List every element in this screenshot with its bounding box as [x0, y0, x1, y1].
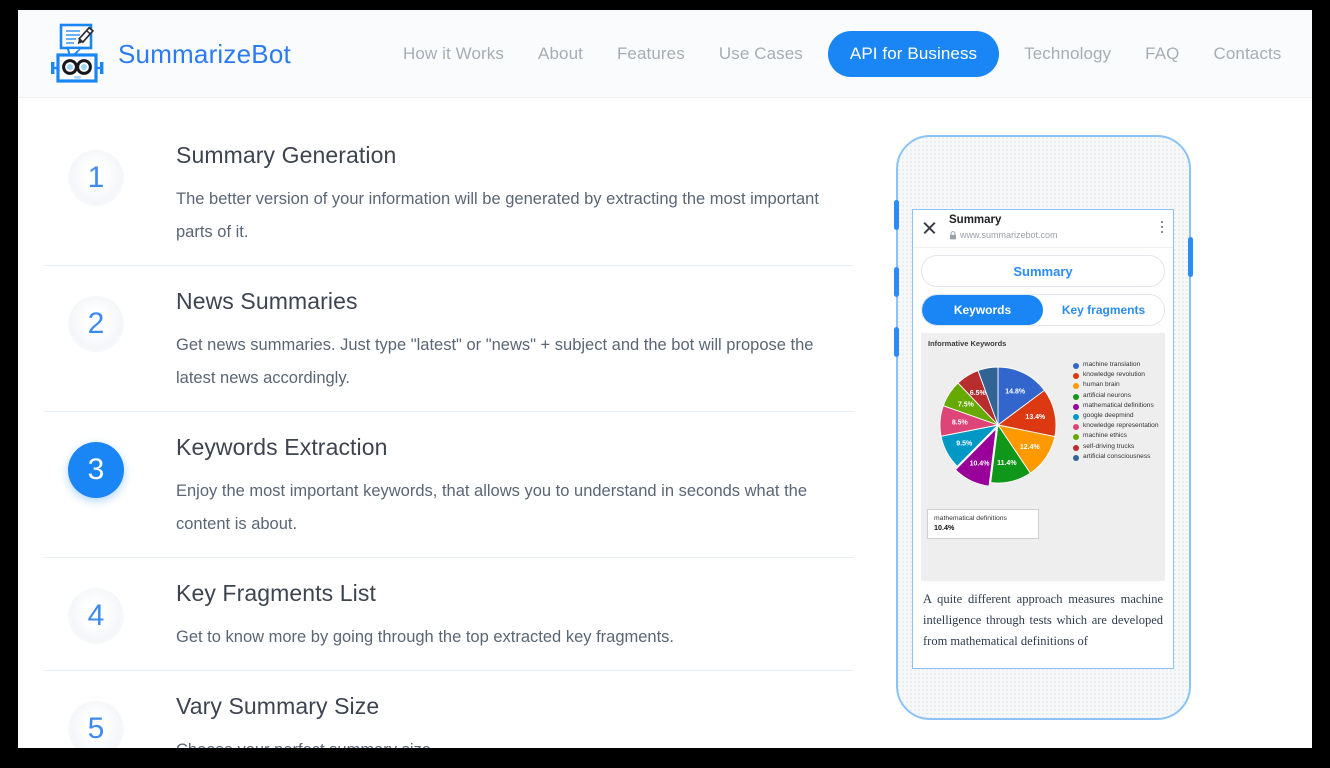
legend-item[interactable]: mathematical definitions — [1073, 402, 1165, 410]
legend-item[interactable]: google deepmind — [1073, 412, 1165, 421]
lock-icon — [950, 230, 956, 239]
legend-item[interactable]: machine translation — [1073, 361, 1165, 369]
pie-slice-label: 14.8% — [1005, 388, 1026, 395]
browser-url: www.summarizebot.com — [960, 230, 1058, 240]
chart-legend: machine translation knowledge revolution h… — [1073, 361, 1165, 463]
tab-keywords[interactable]: Keywords — [922, 295, 1043, 325]
phone-button-assistant[interactable] — [894, 327, 899, 357]
legend-item[interactable]: human brain — [1073, 381, 1165, 390]
feature-number-badge: 1 — [68, 150, 124, 206]
legend-label: artificial consciousness — [1083, 452, 1151, 460]
keywords-chart-panel: Informative Keywords 14.8% 13.4% 12.4% 11.4… — [921, 333, 1165, 581]
phone-button-volume-down[interactable] — [894, 267, 899, 297]
tooltip-value: 10.4% — [934, 523, 955, 532]
pie-slice-label: 10.4% — [970, 461, 991, 468]
feature-number-badge: 2 — [68, 296, 124, 352]
browser-top-bar: Summary www.summarizebot.com — [913, 210, 1173, 248]
feature-number-badge: 4 — [68, 588, 124, 644]
phone-button-volume-up[interactable] — [894, 200, 899, 230]
legend-color-swatch — [1073, 363, 1079, 369]
page-frame: SummarizeBot How it Works About Features… — [18, 10, 1312, 748]
browser-url-row: www.summarizebot.com — [949, 230, 1058, 240]
legend-label: knowledge revolution — [1083, 371, 1145, 379]
phone-button-power[interactable] — [1188, 237, 1193, 277]
kebab-menu-icon[interactable] — [1161, 221, 1164, 236]
nav-item-contacts[interactable]: Contacts — [1196, 44, 1298, 64]
pie-slice-label: 9.5% — [956, 441, 973, 448]
browser-page-title: Summary — [949, 214, 1002, 226]
close-icon[interactable] — [922, 220, 937, 235]
feature-list: 1 Summary Generation The better version … — [44, 120, 854, 748]
brand-name: SummarizeBot — [118, 38, 291, 69]
legend-item[interactable]: artificial consciousness — [1073, 453, 1165, 461]
legend-color-swatch — [1073, 444, 1079, 451]
legend-label: human brain — [1083, 381, 1120, 389]
legend-color-swatch — [1073, 434, 1079, 441]
in-app-browser: Summary www.summarizebot.com Summary Key… — [912, 209, 1174, 669]
feature-row-2[interactable]: 2 News Summaries Get news summaries. Jus… — [44, 266, 854, 412]
feature-title: Summary Generation — [176, 142, 397, 168]
pie-slice-label: 13.4% — [1025, 414, 1046, 421]
legend-label: self-driving trucks — [1083, 442, 1135, 450]
pie-chart[interactable]: 14.8% 13.4% 12.4% 11.4% 10.4% 9.5% 8.5% 7.5% 6.5… — [933, 357, 1063, 509]
feature-row-3[interactable]: 3 Keywords Extraction Enjoy the most imp… — [44, 412, 854, 558]
feature-description: Get to know more by going through the to… — [176, 628, 675, 646]
pie-slice-label: 8.5% — [952, 420, 969, 427]
nav-item-technology[interactable]: Technology — [1007, 44, 1128, 64]
feature-title: Vary Summary Size — [176, 693, 380, 719]
legend-color-swatch — [1073, 393, 1079, 400]
feature-title: News Summaries — [176, 288, 358, 314]
legend-label: google deepmind — [1083, 412, 1134, 420]
legend-color-swatch — [1073, 424, 1079, 431]
nav-item-about[interactable]: About — [521, 44, 600, 64]
nav-item-how-it-works[interactable]: How it Works — [386, 44, 521, 64]
summary-tab-button[interactable]: Summary — [921, 255, 1165, 287]
chart-tooltip: mathematical definitions 10.4% — [927, 509, 1039, 539]
feature-title: Key Fragments List — [176, 580, 376, 606]
legend-color-swatch — [1073, 414, 1079, 421]
pie-slice-label: 11.4% — [997, 460, 1017, 467]
main-nav: How it Works About Features Use Cases AP… — [386, 10, 1298, 98]
feature-description: Choose your perfect summary size. — [176, 734, 436, 748]
nav-item-api-for-business[interactable]: API for Business — [827, 31, 1000, 77]
legend-item[interactable]: knowledge representation — [1073, 422, 1165, 431]
legend-label: machine ethics — [1083, 432, 1127, 440]
feature-number-badge: 5 — [68, 701, 124, 748]
legend-color-swatch — [1073, 403, 1079, 410]
brand-logo-link[interactable]: SummarizeBot — [44, 22, 291, 86]
legend-item[interactable]: artificial neurons — [1073, 392, 1165, 400]
pie-slice-label: 12.4% — [1020, 444, 1041, 451]
legend-label: machine translation — [1083, 361, 1141, 368]
feature-title: Keywords Extraction — [176, 434, 388, 460]
legend-label: knowledge representation — [1083, 422, 1159, 430]
article-excerpt: A quite different approach measures mach… — [923, 592, 1163, 648]
feature-description: The better version of your information w… — [176, 190, 819, 241]
legend-label: artificial neurons — [1083, 391, 1132, 399]
tab-key-fragments[interactable]: Key fragments — [1043, 295, 1164, 325]
site-header: SummarizeBot How it Works About Features… — [18, 10, 1312, 98]
nav-item-faq[interactable]: FAQ — [1128, 44, 1196, 64]
pie-slice-label: 6.5% — [970, 390, 987, 397]
feature-number-badge: 3 — [68, 442, 124, 498]
feature-row-4[interactable]: 4 Key Fragments List Get to know more by… — [44, 558, 854, 671]
feature-description: Enjoy the most important keywords, that … — [176, 482, 808, 533]
legend-color-swatch — [1073, 373, 1079, 380]
legend-item[interactable]: knowledge revolution — [1073, 371, 1165, 380]
summarizebot-robot-logo — [51, 23, 104, 83]
chart-title: Informative Keywords — [928, 339, 1007, 348]
legend-item[interactable]: self-driving trucks — [1073, 443, 1165, 451]
nav-item-features[interactable]: Features — [600, 44, 702, 64]
tooltip-label: mathematical definitions — [934, 515, 1007, 522]
segmented-tabs: Keywords Key fragments — [921, 294, 1165, 326]
pie-slice-label: 7.5% — [958, 402, 975, 409]
nav-item-use-cases[interactable]: Use Cases — [702, 44, 820, 64]
legend-label: mathematical definitions — [1083, 401, 1154, 409]
feature-description: Get news summaries. Just type "latest" o… — [176, 336, 814, 387]
feature-row-1[interactable]: 1 Summary Generation The better version … — [44, 120, 854, 266]
phone-mockup: Summary www.summarizebot.com Summary Key… — [894, 135, 1193, 720]
legend-item[interactable]: machine ethics — [1073, 432, 1165, 441]
feature-row-5[interactable]: 5 Vary Summary Size Choose your perfect … — [44, 671, 854, 748]
legend-color-swatch — [1073, 383, 1079, 390]
legend-color-swatch — [1073, 454, 1079, 461]
